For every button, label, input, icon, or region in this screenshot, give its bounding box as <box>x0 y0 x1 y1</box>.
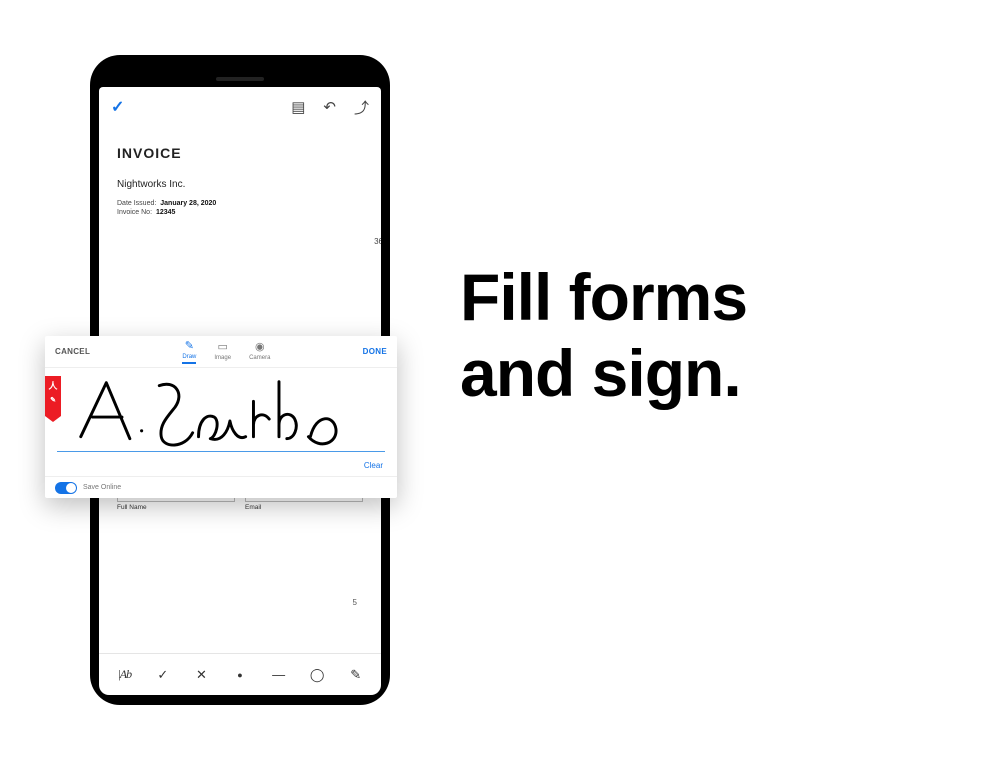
undo-icon[interactable]: ↶ <box>323 98 336 116</box>
phone-bezel-top <box>99 65 381 87</box>
camera-icon: ◉ <box>255 342 265 353</box>
signature-panel-footer: Save Online <box>45 476 397 498</box>
marketing-headline: Fill forms and sign. <box>460 260 747 412</box>
signature-tabs: ✎ Draw ▭ Image ◉ Camera <box>90 339 363 364</box>
cross-tool-icon[interactable]: ✕ <box>182 667 221 683</box>
done-button[interactable]: DONE <box>363 347 387 356</box>
invoice-no-row: Invoice No: 12345 <box>117 209 363 216</box>
email-label: Email <box>245 504 363 511</box>
tab-draw[interactable]: ✎ Draw <box>182 339 196 364</box>
doc-title: INVOICE <box>117 145 363 161</box>
sign-tool-icon[interactable]: ✎ <box>336 667 375 683</box>
signature-panel: CANCEL ✎ Draw ▭ Image ◉ Camera DONE 人 ✎ <box>45 336 397 498</box>
confirm-icon[interactable]: ✓ <box>111 97 124 117</box>
marketing-line1: Fill forms <box>460 260 747 336</box>
image-icon: ▭ <box>218 342 228 353</box>
edge-clipped-value: 36 <box>374 237 381 246</box>
signature-panel-header: CANCEL ✎ Draw ▭ Image ◉ Camera DONE <box>45 336 397 368</box>
signature-baseline <box>57 451 385 452</box>
date-issued-row: Date Issued: January 28, 2020 <box>117 200 363 207</box>
dot-tool-icon[interactable]: ● <box>221 670 260 680</box>
pencil-icon: ✎ <box>185 341 194 352</box>
marketing-line2: and sign. <box>460 336 747 412</box>
tab-camera[interactable]: ◉ Camera <box>249 340 270 363</box>
acrobat-tag-icon: 人 ✎ <box>45 376 61 416</box>
phone-speaker <box>216 77 264 81</box>
clear-button[interactable]: Clear <box>364 461 383 470</box>
company-name: Nightworks Inc. <box>117 179 363 190</box>
save-online-label: Save Online <box>83 484 121 491</box>
share-icon[interactable]: ⤴ <box>354 97 369 118</box>
fullname-label: Full Name <box>117 504 235 511</box>
dash-tool-icon[interactable]: — <box>259 667 298 682</box>
check-tool-icon[interactable]: ✓ <box>144 667 183 683</box>
signature-canvas[interactable]: 人 ✎ Clear <box>45 368 397 476</box>
cancel-button[interactable]: CANCEL <box>55 347 90 356</box>
oval-tool-icon[interactable]: ◯ <box>298 667 337 683</box>
options-icon[interactable]: ▤ <box>291 98 305 116</box>
tab-image[interactable]: ▭ Image <box>214 340 231 363</box>
page-indicator: 5 <box>353 598 357 607</box>
tool-bottombar: |Ab ✓ ✕ ● — ◯ ✎ <box>99 653 381 695</box>
save-online-toggle[interactable] <box>55 482 77 494</box>
app-topbar: ✓ ▤ ↶ ⤴ <box>99 87 381 127</box>
text-tool-icon[interactable]: |Ab <box>105 667 144 682</box>
signature-drawing <box>69 368 383 456</box>
